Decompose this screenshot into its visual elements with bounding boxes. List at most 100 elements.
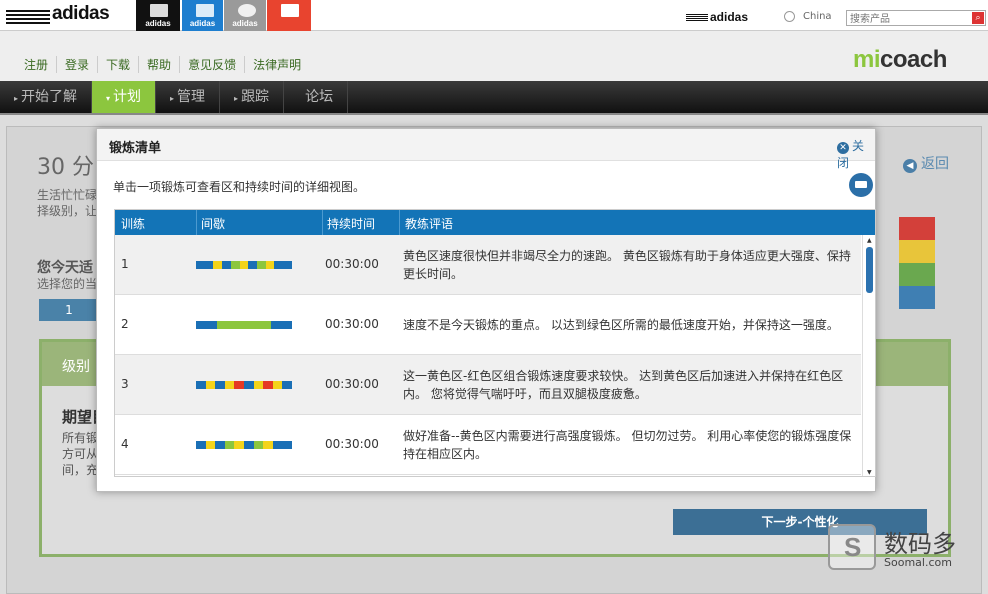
subnav-item[interactable]: 下载 — [97, 56, 138, 73]
column-header-comment: 教练评语 — [405, 217, 454, 231]
column-divider — [196, 210, 197, 235]
main-nav-list: ▸开始了解▾计划▸管理▸跟踪▸论坛 — [0, 81, 988, 113]
subnav-item[interactable]: 法律声明 — [244, 56, 309, 73]
brand-mark-icon — [281, 4, 299, 17]
interval-bar — [196, 321, 292, 329]
micoach-logo[interactable]: micoach — [853, 46, 947, 74]
back-link[interactable]: ◀ 返回 — [903, 153, 949, 173]
search-input[interactable] — [847, 12, 967, 27]
workout-number: 2 — [121, 317, 129, 331]
subnav-item[interactable]: 帮助 — [138, 56, 179, 73]
interval-segment-blue — [274, 261, 292, 269]
watermark-en: Soomal.com — [884, 556, 952, 569]
column-header-training: 训练 — [121, 217, 146, 231]
watermark: 数码多 Soomal.com — [828, 524, 984, 584]
subnav-item[interactable]: 登录 — [56, 56, 97, 73]
interval-segment-yellow — [234, 441, 244, 449]
brand-tab[interactable] — [267, 0, 311, 31]
workout-row[interactable]: 1 00:30:00 黄色区速度很快但并非竭尽全力的速跑。 黄色区锻炼有助于身体适应… — [115, 235, 861, 295]
back-link-label: 返回 — [921, 156, 949, 172]
modal-title: 锻炼清单 — [109, 141, 162, 156]
interval-segment-yellow — [253, 381, 264, 389]
micoach-logo-mi: mi — [853, 46, 881, 73]
interval-segment-green — [257, 261, 266, 269]
coach-comment: 速度不是今天锻炼的重点。 以达到绿色区所需的最低速度开始，并保持这一强度。 — [403, 318, 839, 332]
page-title: 30 分 — [37, 155, 94, 180]
zone-bar-green — [899, 263, 935, 286]
subnav-item[interactable]: 意见反馈 — [179, 56, 244, 73]
brand-tab[interactable]: adidas — [224, 0, 266, 31]
workout-row[interactable]: 2 00:30:00 速度不是今天锻炼的重点。 以达到绿色区所需的最低速度开始，并保… — [115, 295, 861, 355]
workout-duration: 00:30:00 — [325, 437, 379, 451]
interval-segment-yellow — [239, 261, 249, 269]
subnav-item[interactable]: 注册 — [16, 56, 56, 73]
workout-row[interactable]: 4 00:30:00 做好准备--黄色区内需要进行高强度锻炼。 但切勿过劳。 利用心… — [115, 415, 861, 475]
interval-segment-yellow — [205, 381, 216, 389]
sub-navigation: 注册 登录 下载 帮助 意见反馈 法律声明 micoach — [0, 31, 988, 81]
micoach-logo-coach: coach — [880, 46, 947, 73]
interval-segment-blue — [222, 261, 231, 269]
main-nav-item[interactable]: ▾ 计划 — [92, 81, 157, 113]
brand-tab[interactable]: adidas — [182, 0, 223, 31]
main-navigation: ▸开始了解▾计划▸管理▸跟踪▸论坛 — [0, 81, 988, 115]
main-nav-item[interactable]: ▸ 开始了解 — [0, 81, 93, 113]
brand-tab-label: adidas — [189, 19, 216, 28]
interval-segment-blue — [215, 441, 225, 449]
adidas-small-logo[interactable]: adidas — [686, 10, 748, 24]
adidas-logo[interactable]: adidas — [6, 3, 131, 27]
column-header-duration: 持续时间 — [327, 217, 376, 231]
coach-comment: 这一黄色区-红色区组合锻炼速度要求较快。 达到黄色区后加速进入并保持在红色区内。… — [403, 369, 844, 401]
workout-table: 训练 间歇 持续时间 教练评语 1 00:30:00 黄色区速度很快但并非竭尽全力的… — [114, 209, 876, 477]
scroll-down-arrow-icon[interactable]: ▼ — [867, 469, 872, 476]
chevron-right-icon: ▸ — [14, 94, 19, 103]
main-nav-label: 论坛 — [305, 89, 334, 105]
coach-comment: 做好准备--黄色区内需要进行高强度锻炼。 但切勿过劳。 利用心率使您的锻炼强度保… — [403, 429, 852, 461]
chevron-right-icon: ▸ — [234, 94, 239, 103]
interval-segment-blue — [282, 381, 292, 389]
workout-duration: 00:30:00 — [325, 317, 379, 331]
workout-number: 1 — [121, 257, 129, 271]
sub-nav-list: 注册 登录 下载 帮助 意见反馈 法律声明 — [16, 56, 309, 73]
interval-segment-blue — [196, 441, 206, 449]
interval-segment-yellow — [213, 261, 223, 269]
zone-color-bars — [899, 217, 935, 309]
main-nav-item[interactable]: ▸ 跟踪 — [220, 81, 285, 113]
brand-tab-label: adidas — [232, 19, 258, 28]
table-scrollbar[interactable]: ▲ ▼ — [862, 235, 875, 476]
brand-mark-icon — [196, 4, 214, 17]
brand-tab[interactable]: adidas — [136, 0, 180, 31]
interval-segment-red — [234, 381, 244, 389]
question-heading: 您今天适 — [37, 260, 93, 276]
close-button[interactable]: ✕ 关闭 — [837, 137, 875, 171]
country-selector[interactable]: China — [803, 11, 832, 22]
workout-number: 3 — [121, 377, 129, 391]
interval-segment-blue — [215, 381, 225, 389]
brand-tab-label: adidas — [145, 19, 171, 28]
adidas-logo-text: adidas — [52, 3, 110, 24]
scrollbar-thumb[interactable] — [866, 247, 873, 293]
main-nav-label: 管理 — [177, 89, 206, 105]
main-nav-item[interactable]: ▸ 管理 — [156, 81, 221, 113]
interval-segment-yellow — [272, 381, 283, 389]
print-icon[interactable] — [849, 173, 873, 197]
interval-bar — [196, 441, 292, 449]
search-icon[interactable]: ⌕ — [972, 12, 984, 24]
column-divider — [399, 210, 400, 235]
interval-segment-blue — [243, 381, 254, 389]
zone-bar-yellow — [899, 240, 935, 263]
workout-row[interactable]: 3 00:30:00 这一黄色区-红色区组合锻炼速度要求较快。 达到黄色区后加速进入… — [115, 355, 861, 415]
main-nav-item[interactable]: ▸论坛 — [284, 81, 349, 113]
interval-segment-blue — [196, 321, 217, 329]
table-header: 训练 间歇 持续时间 教练评语 — [115, 210, 875, 235]
search-box: ⌕ — [846, 10, 986, 27]
brand-mark-icon — [150, 4, 168, 17]
interval-segment-yellow — [263, 441, 273, 449]
adidas-stripes-small-icon — [686, 13, 708, 22]
level-tab-1[interactable]: 1 — [39, 299, 99, 321]
zone-bar-blue — [899, 286, 935, 309]
chevron-down-icon: ▾ — [106, 94, 111, 103]
zone-bar-red — [899, 217, 935, 240]
interval-segment-blue — [196, 381, 206, 389]
scroll-up-arrow-icon[interactable]: ▲ — [867, 237, 872, 244]
interval-segment-red — [263, 381, 273, 389]
